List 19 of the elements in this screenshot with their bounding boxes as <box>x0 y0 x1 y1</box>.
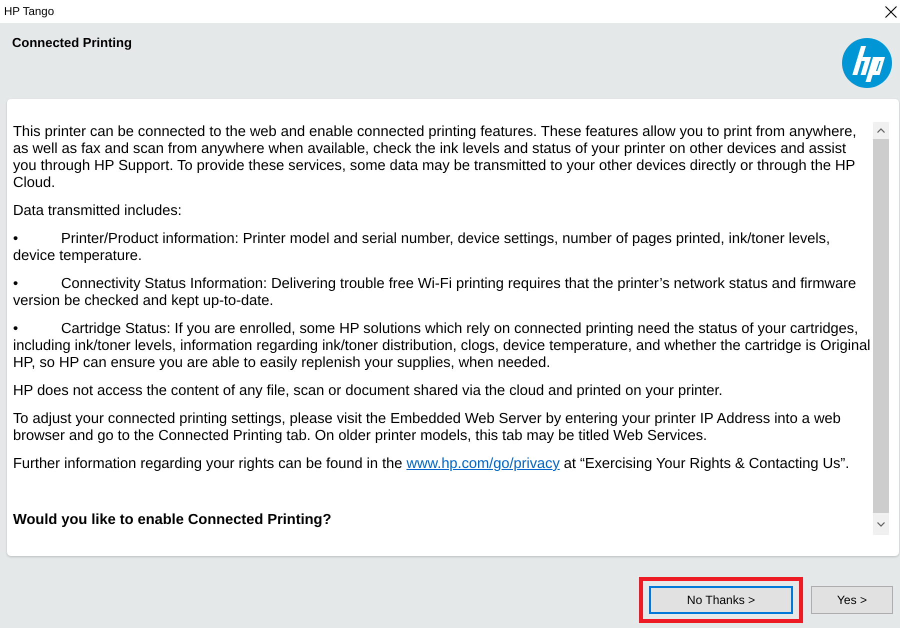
question-text: Would you like to enable Connected Printing? <box>13 512 332 529</box>
list-item: • Printer/Product information: Printer model and serial number, device settings, number of pages printed, ink/toner levels, device temperature. <box>13 231 831 265</box>
privacy-paragraph: Further information regarding your rights can be found in the www.hp.com/go/privacy at “Exercising Your Rights & Contacting Us”. <box>13 456 850 473</box>
close-button[interactable] <box>885 6 897 18</box>
privacy-link[interactable]: www.hp.com/go/privacy <box>406 456 560 472</box>
body-paragraph: To adjust your connected printing settings, please visit the Embedded Web Server by entering your printer IP Address into a web browser and go to the Connected Printing tab. On older printer models, this tab may be titled Web Services. <box>13 411 842 445</box>
list-item: • Connectivity Status Information: Delivering trouble free Wi-Fi printing requires that the printer’s network status and firmware version be checked and kept up-to-date. <box>13 276 858 310</box>
chevron-up-icon <box>877 128 885 133</box>
close-icon <box>885 6 897 18</box>
dialog-button[interactable]: Yes > <box>811 586 893 614</box>
list-item: • Cartridge Status: If you are enrolled, some HP solutions which rely on connected printing need the status of your cartridges, including ink/toner levels, information regarding ink/toner distribution, clogs, device temperature, and whether the cartridge is Original HP, so HP can ensure you are able to easily replenish your supplies, when needed. <box>13 321 872 372</box>
window-title: HP Tango <box>4 4 54 18</box>
page-title: Connected Printing <box>12 35 132 51</box>
dialog-button[interactable]: No Thanks > <box>649 586 793 614</box>
chevron-down-icon <box>877 522 885 526</box>
body-paragraph: HP does not access the content of any file, scan or document shared via the cloud and printed on your printer. <box>13 383 724 400</box>
logo-icon <box>842 38 892 88</box>
body-paragraph: This printer can be connected to the web and enable connected printing features. These features allow you to print from anywhere, as well as fax and scan from anywhere when available, check the ink levels and status of your printer on other devices and assist you through HP Support. To provide these services, some data may be transmitted to your other devices directly or through the HP Cloud. <box>13 124 858 192</box>
body-paragraph: Data transmitted includes: <box>13 203 183 220</box>
